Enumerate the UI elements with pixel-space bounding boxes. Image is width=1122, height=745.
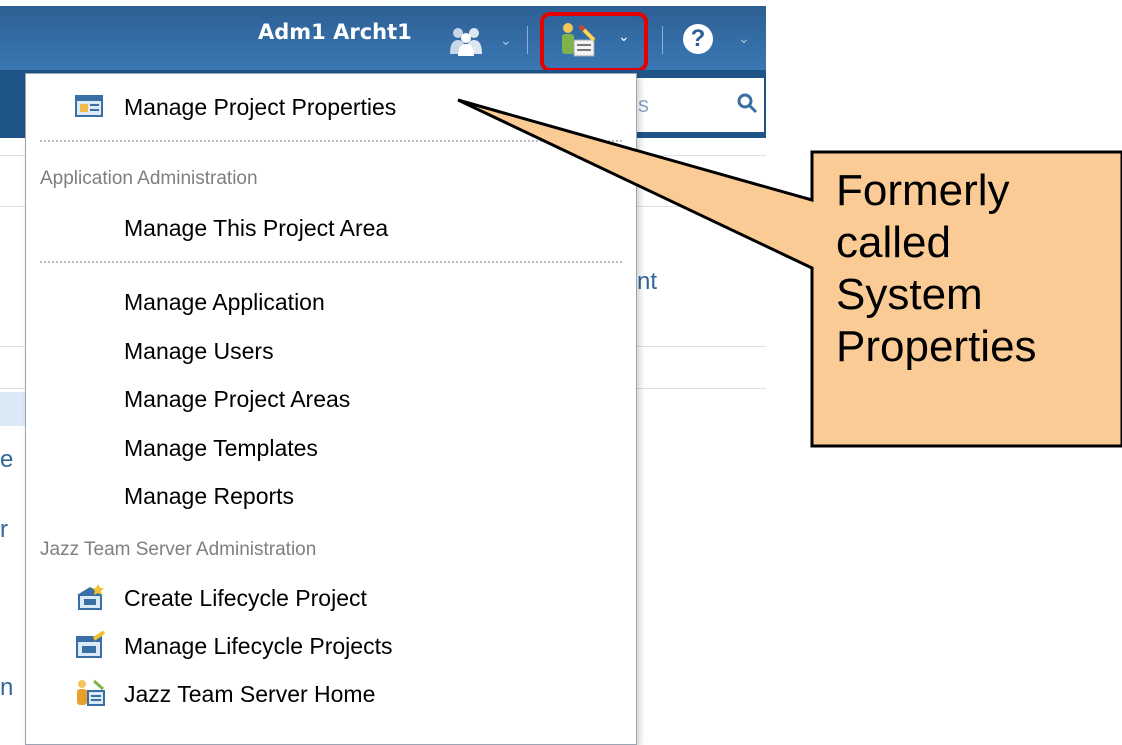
callout-line: Properties bbox=[836, 322, 1037, 371]
callout-text: Formerly called System Properties bbox=[836, 165, 1116, 373]
callout-line: called bbox=[836, 218, 951, 267]
callout-line: System bbox=[836, 270, 983, 319]
callout-line: Formerly bbox=[836, 166, 1010, 215]
